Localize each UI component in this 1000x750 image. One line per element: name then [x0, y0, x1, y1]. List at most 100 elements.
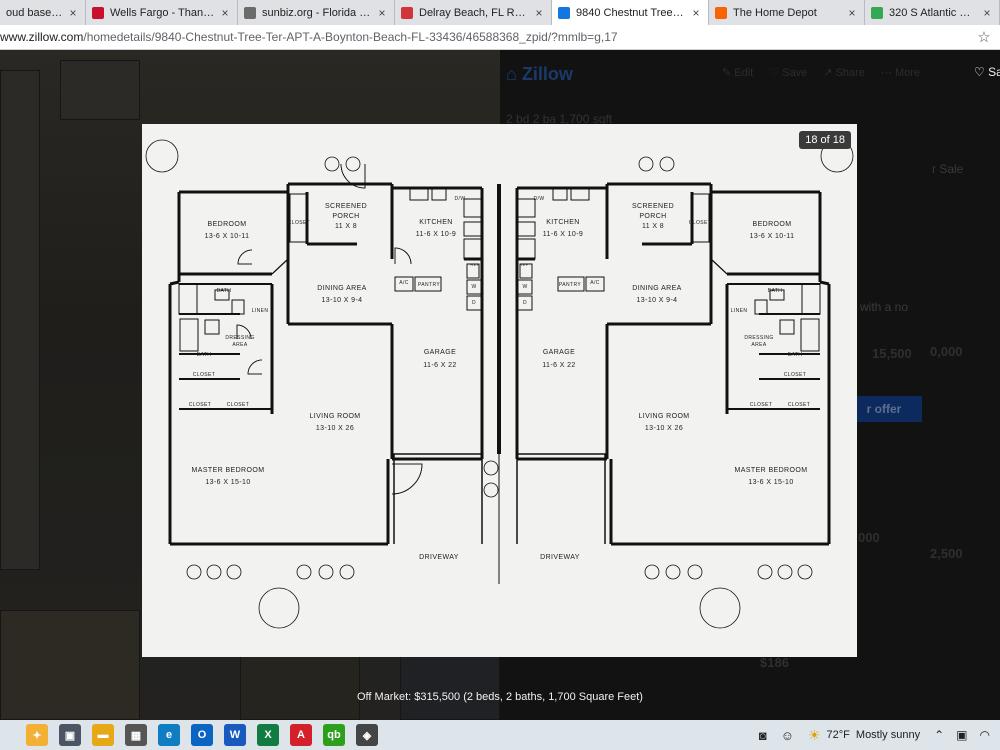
room-label: BATH	[217, 288, 232, 294]
room-label: CLOSET	[193, 372, 215, 378]
weather-icon[interactable]: ☀	[808, 727, 821, 744]
room-label: 11-6 X 22	[423, 362, 456, 369]
room-label: 13-6 X 15-10	[205, 479, 250, 486]
room-label: 11-6 X 10-9	[543, 231, 583, 238]
action-label: Save	[782, 67, 808, 79]
weather-text[interactable]: Mostly sunny	[856, 729, 920, 741]
close-tab-icon[interactable]: ×	[376, 6, 388, 20]
wall	[169, 280, 180, 286]
price-estimate: 15,500	[872, 346, 912, 361]
edit-action-button[interactable]: ✎ Edit	[722, 66, 753, 79]
zillow-house-icon: ⌂	[506, 64, 517, 84]
room-label: PORCH	[639, 213, 666, 220]
close-tab-icon[interactable]: ×	[690, 6, 702, 20]
share-action-button[interactable]: ↗ Share	[823, 66, 865, 79]
room-label: LIVING ROOM	[309, 413, 360, 420]
listing-actions: ✎ Edit ♡ Save ↗ Share ⋯ More	[722, 66, 920, 79]
room-label: CLOSET	[189, 402, 211, 408]
browser-tab[interactable]: Delray Beach, FL Real Estate - H ×	[395, 0, 552, 25]
room-label: MASTER BEDROOM	[735, 467, 808, 474]
action-label: Share	[835, 67, 865, 79]
browser-tab[interactable]: The Home Depot ×	[709, 0, 865, 25]
room-label: CLOSET	[689, 220, 711, 226]
camera-icon[interactable]: ◙	[759, 728, 767, 743]
url-path: /homedetails/9840-Chestnut-Tree-Ter-APT-…	[83, 30, 618, 44]
action-label: Edit	[734, 67, 754, 79]
people-icon[interactable]: ☺	[781, 728, 794, 743]
page-content: ⌂ Zillow ✎ Edit ♡ Save ↗ Share ⋯ More ♡ Sa …	[0, 50, 1000, 720]
quickbooks-icon[interactable]: qb	[323, 724, 345, 746]
room-label: KITCHEN	[546, 219, 580, 226]
url-host: www.zillow.com	[0, 30, 84, 44]
room-label: BATH	[788, 352, 803, 358]
room-label: MASTER BEDROOM	[192, 467, 265, 474]
tray-overflow-icon[interactable]: ⌃	[934, 728, 944, 742]
price-estimate-2: 0,000	[930, 344, 963, 359]
edge-icon[interactable]: e	[158, 724, 180, 746]
make-offer-button[interactable]: r offer	[846, 396, 922, 422]
room-label: 13-10 X 9-4	[322, 297, 363, 304]
browser-tab[interactable]: sunbiz.org - Florida Departme ×	[238, 0, 395, 25]
room-label: W	[522, 284, 527, 290]
save-button[interactable]: ♡ Sa	[974, 65, 1000, 79]
floor-plan-image: BEDROOM 13-6 X 10-11 CLOSET SCREENED PORCH 11…	[142, 124, 857, 657]
task-view-icon[interactable]: ▣	[59, 724, 81, 746]
heart-icon: ♡	[769, 67, 783, 79]
acrobat-icon[interactable]: A	[290, 724, 312, 746]
browser-tab[interactable]: Wells Fargo - Thank you for visi ×	[86, 0, 238, 25]
outlook-icon[interactable]: O	[191, 724, 213, 746]
room-label: D/W	[455, 196, 466, 202]
zillow-icon	[558, 6, 570, 19]
background-photo	[0, 70, 40, 570]
weather-temp[interactable]: 72°F	[827, 729, 850, 741]
save-action-button[interactable]: ♡ Save	[769, 66, 807, 79]
room-label: D	[472, 300, 476, 306]
photo-caption: Off Market: $315,500 (2 beds, 2 baths, 1…	[357, 691, 643, 703]
price-value-2: 2,500	[930, 546, 963, 561]
browser-tab[interactable]: oud based Plan F ×	[0, 0, 86, 25]
browser-tab-label: The Home Depot	[733, 6, 817, 19]
heart-icon: ♡	[974, 65, 985, 79]
browser-tab-label: Wells Fargo - Thank you for visi	[110, 6, 215, 19]
bookmark-star-icon[interactable]: ☆	[974, 28, 994, 46]
room-label: 11 X 8	[642, 223, 664, 230]
room-label: REF	[470, 262, 479, 267]
action-label: More	[894, 67, 921, 79]
room-label: BATH	[768, 288, 783, 294]
browser-tab-label: 9840 Chestnut Tree Ter APT A,	[576, 6, 686, 19]
photo-lightbox[interactable]: 18 of 18 BEDROOM 13-6 X 10-11 CLOSET SCREEN…	[142, 124, 857, 657]
room-label: DRESSING	[744, 335, 773, 341]
calculator-icon[interactable]: ▦	[125, 724, 147, 746]
close-tab-icon[interactable]: ×	[846, 6, 858, 20]
close-tab-icon[interactable]: ×	[67, 6, 79, 20]
system-tray: ◙ ☺ ☀ 72°F Mostly sunny ⌃ ▣ ◠	[759, 720, 1000, 750]
browser-tab-label: sunbiz.org - Florida Departme	[262, 6, 372, 19]
close-tab-icon[interactable]: ×	[981, 6, 993, 20]
room-label: KITCHEN	[419, 219, 453, 226]
app-icon[interactable]: ◈	[356, 724, 378, 746]
network-icon[interactable]: ▣	[956, 728, 967, 742]
copilot-icon[interactable]: ✦	[26, 724, 48, 746]
edit-icon: ✎	[722, 67, 735, 79]
browser-tab[interactable]: 320 S Atlantic Dr, Lantana, FL 3 ×	[865, 0, 1000, 25]
browser-tab[interactable]: 9840 Chestnut Tree Ter APT A, ×	[552, 0, 709, 25]
file-explorer-icon[interactable]: ▬	[92, 724, 114, 746]
room-label: AREA	[751, 342, 766, 348]
room-label: REF	[519, 262, 528, 267]
room-label: A/C	[399, 280, 409, 286]
address-bar[interactable]: www.zillow.com/homedetails/9840-Chestnut…	[0, 25, 1000, 50]
word-icon[interactable]: W	[224, 724, 246, 746]
room-label: 11-6 X 10-9	[416, 231, 456, 238]
background-photo	[60, 60, 140, 120]
more-action-button[interactable]: ⋯ More	[881, 66, 920, 79]
wifi-icon[interactable]: ◠	[980, 728, 990, 742]
more-icon: ⋯	[880, 67, 895, 79]
room-label: D	[523, 300, 527, 306]
excel-icon[interactable]: X	[257, 724, 279, 746]
close-tab-icon[interactable]: ×	[533, 6, 545, 20]
url-text[interactable]: www.zillow.com/homedetails/9840-Chestnut…	[0, 30, 974, 44]
photo-counter: 18 of 18	[799, 131, 851, 149]
room-label: 11 X 8	[335, 223, 357, 230]
room-label: CLOSET	[227, 402, 249, 408]
close-tab-icon[interactable]: ×	[219, 6, 231, 20]
